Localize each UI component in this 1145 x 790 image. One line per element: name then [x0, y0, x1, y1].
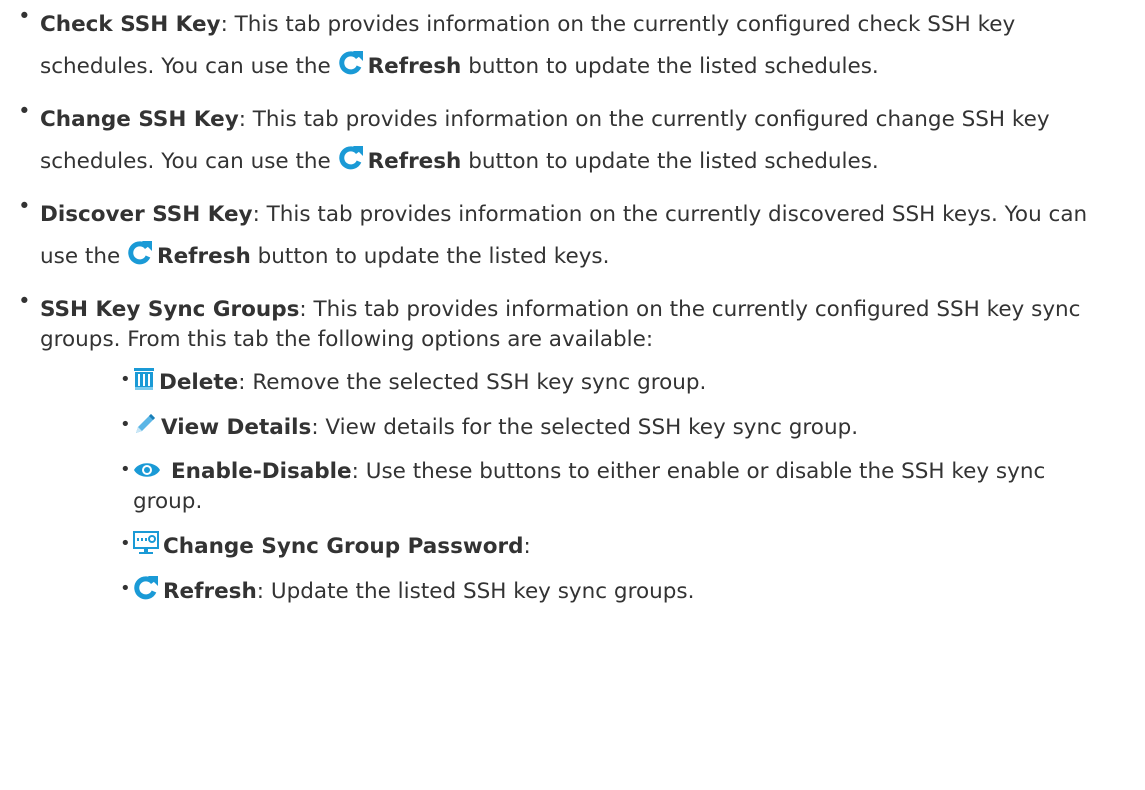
bullet: • [18, 4, 31, 29]
list-item-discover-ssh-key: • Discover SSH Key: This tab provides in… [0, 194, 1145, 278]
option-label: Delete [159, 370, 239, 395]
bullet: • [120, 414, 131, 435]
bullet: • [120, 459, 131, 480]
monitor-password-icon [133, 531, 159, 555]
option-label: Refresh [163, 579, 257, 604]
option-label: Change Sync Group Password [163, 534, 524, 559]
refresh-label: Refresh [367, 149, 462, 174]
bullet: • [18, 194, 31, 219]
option-label: View Details [161, 415, 312, 440]
tab-description-list: • Check SSH Key: This tab provides infor… [0, 0, 1145, 607]
option-delete: • Delete: Remove the selected SSH key sy… [40, 367, 1109, 398]
list-item-change-ssh-key: • Change SSH Key: This tab provides info… [0, 99, 1145, 183]
refresh-label: Refresh [157, 244, 251, 269]
item-title: Change SSH Key [40, 107, 239, 132]
item-text-after: button to update the listed schedules. [461, 149, 879, 174]
item-text-after: button to update the listed schedules. [461, 54, 879, 79]
item-title: Discover SSH Key [40, 202, 253, 227]
trash-icon [133, 367, 155, 391]
refresh-icon [133, 576, 159, 600]
bullet: • [120, 578, 131, 599]
option-text: : [523, 534, 531, 559]
option-enable-disable: • Enable-Disable: Use these buttons to e… [40, 457, 1109, 517]
document: • Check SSH Key: This tab provides infor… [0, 0, 1145, 790]
option-text: : Update the listed SSH key sync groups. [256, 579, 695, 604]
bullet: • [18, 99, 31, 124]
refresh-icon [338, 146, 364, 170]
refresh-label: Refresh [367, 54, 462, 79]
bullet: • [120, 369, 131, 390]
item-paragraph: Discover SSH Key: This tab provides info… [40, 194, 1109, 278]
refresh-icon [127, 241, 153, 265]
list-item-check-ssh-key: • Check SSH Key: This tab provides infor… [0, 4, 1145, 88]
item-title: Check SSH Key [40, 12, 221, 37]
bullet: • [18, 289, 31, 314]
item-text-after: button to update the listed keys. [250, 244, 610, 269]
list-item-ssh-key-sync-groups: • SSH Key Sync Groups: This tab provides… [0, 289, 1145, 607]
option-change-sync-group-password: • Change Sync Group Password: [40, 531, 1109, 562]
option-text: : View details for the selected SSH key … [311, 415, 859, 440]
pencil-icon [133, 412, 157, 436]
item-title: SSH Key Sync Groups [40, 297, 300, 322]
option-view-details: • View Details: View details for the sel… [40, 412, 1109, 443]
option-refresh: • Refresh: Update the listed SSH key syn… [40, 576, 1109, 607]
option-text: : Remove the selected SSH key sync group… [238, 370, 707, 395]
option-label: Enable-Disable [171, 459, 352, 484]
eye-icon [133, 460, 161, 480]
refresh-icon [338, 51, 364, 75]
item-paragraph: SSH Key Sync Groups: This tab provides i… [40, 289, 1109, 355]
bullet: • [120, 533, 131, 554]
sync-group-options-list: • Delete: Remove the selected SSH key sy… [40, 367, 1109, 607]
item-paragraph: Change SSH Key: This tab provides inform… [40, 99, 1109, 183]
item-paragraph: Check SSH Key: This tab provides informa… [40, 4, 1109, 88]
